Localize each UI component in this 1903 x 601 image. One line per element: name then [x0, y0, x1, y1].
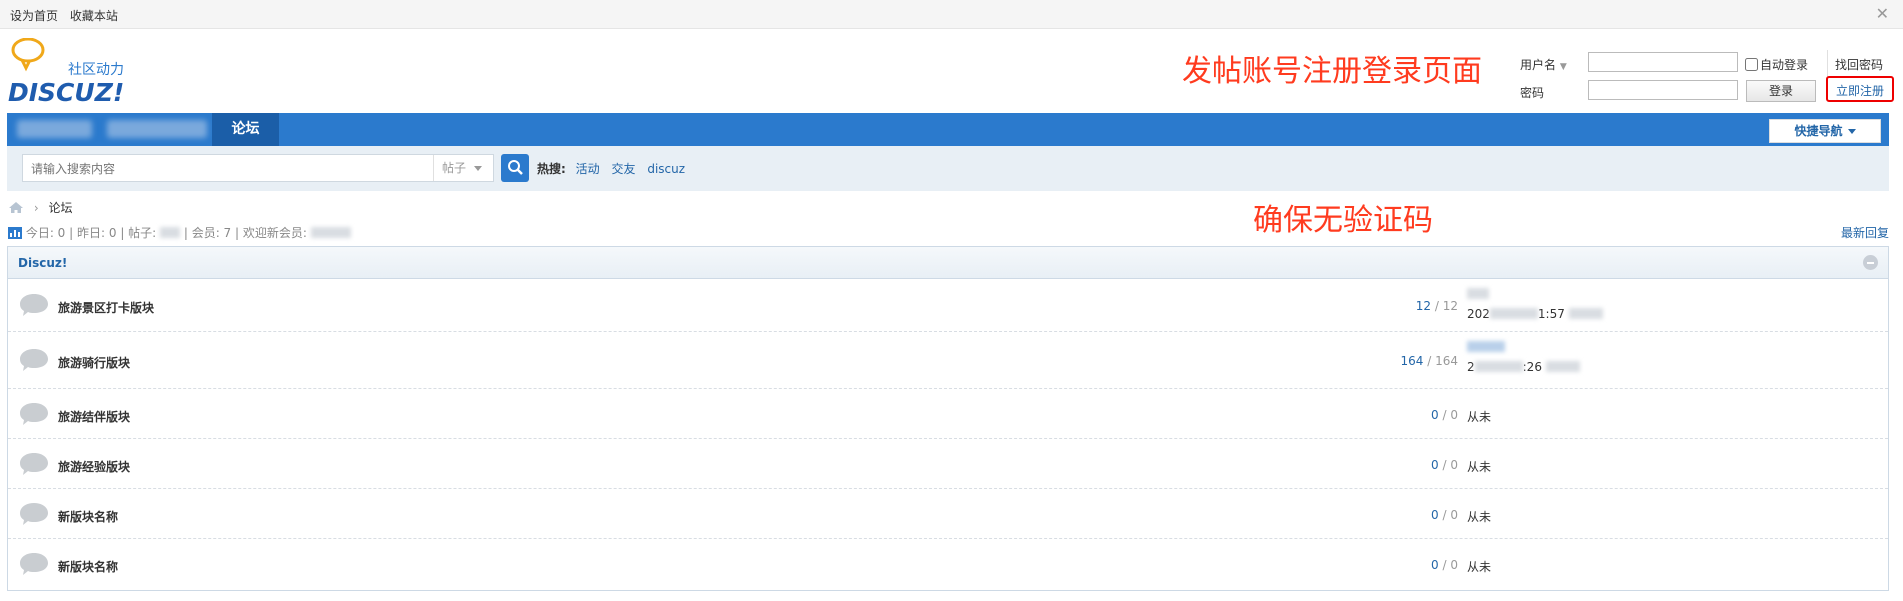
breadcrumb: › 论坛 — [8, 199, 72, 216]
latest-reply-link[interactable]: 最新回复 — [1841, 224, 1889, 241]
auto-login[interactable]: 自动登录 — [1745, 56, 1808, 73]
forum-icon — [20, 553, 48, 575]
breadcrumb-separator: › — [33, 201, 39, 215]
forum-row: 旅游骑行版块 164 / 164 2:26 — [8, 332, 1888, 389]
chevron-down-icon — [474, 166, 483, 171]
top-toolbar: 设为首页 收藏本站 ✕ — [0, 0, 1903, 29]
logo-brand: DISCUZ! — [8, 78, 124, 107]
forum-icon — [20, 403, 48, 425]
close-icon[interactable]: ✕ — [1876, 4, 1889, 23]
forum-counts: 12 / 12 — [1415, 299, 1458, 313]
search-input[interactable] — [29, 159, 443, 179]
forum-icon — [20, 503, 48, 525]
forum-counts: 0 / 0 — [1431, 408, 1458, 422]
last-post: 从未 — [1467, 460, 1492, 474]
auto-login-checkbox[interactable] — [1745, 58, 1758, 71]
forum-icon — [20, 349, 48, 371]
quick-nav-button[interactable]: 快捷导航 — [1769, 119, 1881, 143]
stats-icon — [8, 227, 22, 239]
category-title[interactable]: Discuz! — [18, 256, 67, 270]
category-header: Discuz! — [8, 247, 1888, 279]
search-icon — [508, 160, 523, 175]
forum-row: 新版块名称 0 / 0 从未 — [8, 489, 1888, 539]
stat-today: 今日: 0 — [25, 226, 66, 240]
nav-item-forum[interactable]: 论坛 — [212, 113, 279, 146]
bookmark-link[interactable]: 收藏本站 — [70, 9, 118, 23]
forum-counts: 0 / 0 — [1431, 508, 1458, 522]
search-button[interactable] — [501, 154, 529, 182]
redacted — [1467, 287, 1489, 301]
forum-row: 旅游结伴版块 0 / 0 从未 — [8, 389, 1888, 439]
main-nav: 论坛 快捷导航 — [7, 113, 1889, 148]
login-button[interactable]: 登录 — [1746, 80, 1816, 102]
breadcrumb-current[interactable]: 论坛 — [48, 201, 72, 215]
forum-counts: 164 / 164 — [1400, 354, 1458, 368]
stat-members: 会员: 7 — [191, 226, 232, 240]
annotation-no-captcha: 确保无验证码 — [1253, 203, 1433, 238]
forgot-password-link[interactable]: 找回密码 — [1835, 56, 1883, 73]
password-label: 密码 — [1520, 86, 1545, 100]
forum-name[interactable]: 旅游结伴版块 — [58, 408, 130, 425]
redacted — [160, 227, 181, 238]
last-post: 从未 — [1467, 410, 1492, 424]
logo-tagline: 社区动力 — [68, 62, 124, 78]
username-label[interactable]: 用户名 ▼ — [1520, 56, 1567, 73]
forum-name[interactable]: 旅游骑行版块 — [58, 354, 130, 371]
password-input[interactable] — [1588, 80, 1738, 100]
hot-search-item[interactable]: discuz — [647, 162, 685, 176]
nav-item-blurred[interactable] — [17, 120, 92, 138]
nav-item-blurred[interactable] — [107, 120, 207, 138]
forum-icon — [20, 453, 48, 475]
stat-welcome: 欢迎新会员: — [242, 226, 311, 240]
hot-search-item[interactable]: 活动 — [576, 162, 600, 176]
redacted[interactable] — [310, 227, 351, 238]
discuz-logo[interactable]: 社区动力 DISCUZ! — [8, 38, 138, 108]
annotation-login-page: 发帖账号注册登录页面 — [1182, 54, 1482, 89]
forum-row: 旅游景区打卡版块 12 / 12 202 1:57 — [8, 279, 1888, 332]
forum-category: Discuz! 旅游景区打卡版块 12 / 12 202 1:57 旅游骑行版块 … — [7, 246, 1889, 591]
forum-name[interactable]: 旅游景区打卡版块 — [58, 299, 154, 316]
search-box: 帖子 — [22, 154, 494, 182]
forum-counts: 0 / 0 — [1431, 558, 1458, 572]
forum-row: 旅游经验版块 0 / 0 从未 — [8, 439, 1888, 489]
forum-name[interactable]: 新版块名称 — [58, 508, 118, 525]
forum-icon — [20, 294, 48, 316]
forum-counts: 0 / 0 — [1431, 458, 1458, 472]
forum-stats: 今日: 0 | 昨日: 0 | 帖子: | 会员: 7 | 欢迎新会员: — [8, 224, 351, 241]
last-post: 从未 — [1467, 560, 1492, 574]
forum-name[interactable]: 旅游经验版块 — [58, 458, 130, 475]
username-input[interactable] — [1588, 52, 1738, 72]
search-bar: 帖子 热搜: 活动 交友 discuz — [7, 146, 1889, 191]
stat-posts: 帖子: — [128, 226, 161, 240]
register-link[interactable]: 立即注册 — [1826, 76, 1894, 102]
stat-yesterday: 昨日: 0 — [77, 226, 117, 240]
collapse-icon[interactable] — [1863, 255, 1878, 270]
last-post-time[interactable]: 2:26 — [1467, 360, 1580, 374]
forum-name[interactable]: 新版块名称 — [58, 558, 118, 575]
last-post: 从未 — [1467, 510, 1492, 524]
redacted — [1467, 340, 1505, 354]
chevron-down-icon — [1847, 129, 1856, 134]
home-icon[interactable] — [8, 201, 24, 214]
last-post-time[interactable]: 202 1:57 — [1467, 307, 1603, 321]
search-type-select[interactable]: 帖子 — [433, 155, 493, 181]
hot-search: 热搜: 活动 交友 discuz — [537, 160, 693, 177]
hot-search-label: 热搜: — [537, 162, 566, 176]
forum-row: 新版块名称 0 / 0 从未 — [8, 539, 1888, 590]
set-home-link[interactable]: 设为首页 — [10, 9, 58, 23]
hot-search-item[interactable]: 交友 — [611, 162, 635, 176]
